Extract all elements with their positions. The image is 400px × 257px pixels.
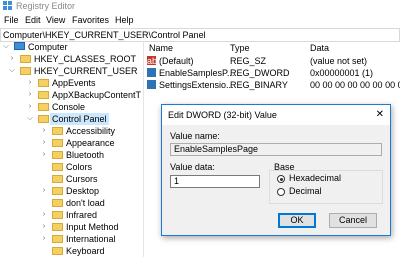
tree-item-label: Desktop: [66, 186, 100, 196]
folder-icon: [52, 247, 63, 255]
tree-item-label: don't load: [66, 198, 105, 208]
hexadecimal-label[interactable]: Hexadecimal: [289, 173, 341, 184]
chevron-right-icon[interactable]: ›: [40, 233, 48, 245]
tree-item-label: AppEvents: [52, 78, 96, 88]
folder-icon: [38, 115, 49, 123]
folder-icon: [52, 211, 63, 219]
value-row[interactable]: SettingsExtensio... REG_BINARY 00 00 00 …: [145, 80, 400, 91]
chevron-right-icon[interactable]: ›: [26, 77, 34, 89]
cancel-button[interactable]: Cancel: [329, 213, 377, 228]
value-name-field[interactable]: EnableSamplesPage: [170, 143, 382, 156]
folder-icon: [38, 103, 49, 111]
chevron-right-icon[interactable]: ›: [26, 101, 34, 113]
folder-icon: [52, 235, 63, 243]
value-data: (value not set): [310, 56, 368, 66]
tree-item-label: Computer: [28, 42, 68, 52]
value-name: EnableSamplesP...: [159, 68, 235, 78]
chevron-right-icon[interactable]: ›: [40, 209, 48, 221]
folder-icon: [52, 223, 63, 231]
folder-icon: [52, 187, 63, 195]
hexadecimal-radio[interactable]: [277, 175, 285, 183]
chevron-right-icon[interactable]: ›: [8, 53, 16, 65]
folder-icon: [20, 55, 31, 63]
folder-icon: [52, 127, 63, 135]
menu-edit[interactable]: Edit: [25, 13, 41, 27]
column-header-type[interactable]: Type: [230, 41, 250, 55]
dialog-title: Edit DWORD (32-bit) Value: [168, 110, 277, 120]
column-header-name[interactable]: Name: [149, 41, 173, 55]
tree-item-label: HKEY_CLASSES_ROOT: [34, 54, 137, 64]
address-path: Computer\HKEY_CURRENT_USER\Control Panel: [3, 30, 206, 40]
value-name: (Default): [159, 56, 194, 66]
value-name-label: Value name:: [170, 131, 220, 141]
chevron-right-icon[interactable]: ›: [40, 149, 48, 161]
binary-value-icon: [147, 68, 156, 77]
menu-view[interactable]: View: [46, 13, 65, 27]
registry-editor-icon: [3, 1, 12, 10]
chevron-right-icon[interactable]: ›: [40, 137, 48, 149]
value-type: REG_DWORD: [230, 68, 290, 78]
tree-item-label: Keyboard: [66, 246, 105, 256]
binary-value-icon: [147, 80, 156, 89]
chevron-down-icon[interactable]: ⌵: [2, 41, 10, 53]
key-tree[interactable]: ⌵ Computer › HKEY_CLASSES_ROOT ⌵ HKEY_CU…: [0, 41, 142, 257]
folder-icon: [38, 91, 49, 99]
menu-file[interactable]: File: [4, 13, 19, 27]
tree-item-label: Bluetooth: [66, 150, 105, 160]
decimal-label[interactable]: Decimal: [289, 186, 322, 197]
window-title: Registry Editor: [16, 1, 76, 11]
computer-icon: [14, 42, 25, 50]
edit-dword-dialog: Edit DWORD (32-bit) Value ✕ Value name: …: [161, 104, 391, 236]
value-row[interactable]: ab (Default) REG_SZ (value not set): [145, 56, 400, 67]
tree-item-label: Console: [52, 102, 86, 112]
pane-splitter[interactable]: [143, 41, 144, 257]
tree-item-label: Input Method: [66, 222, 119, 232]
chevron-right-icon[interactable]: ›: [40, 185, 48, 197]
tree-item-label: Appearance: [66, 138, 115, 148]
menu-bar: File Edit View Favorites Help: [0, 13, 400, 27]
folder-icon: [52, 139, 63, 147]
folder-icon: [38, 79, 49, 87]
value-data: 00 00 00 00 00 00 00 00: [310, 80, 400, 90]
close-icon[interactable]: ✕: [376, 108, 384, 122]
tree-item-label: Cursors: [66, 174, 98, 184]
value-row[interactable]: EnableSamplesP... REG_DWORD 0x00000001 (…: [145, 68, 400, 79]
value-type: REG_BINARY: [230, 80, 288, 90]
value-data-label: Value data:: [170, 162, 215, 172]
chevron-right-icon[interactable]: ›: [40, 125, 48, 137]
folder-icon: [52, 199, 63, 207]
chevron-right-icon[interactable]: ›: [40, 221, 48, 233]
chevron-down-icon[interactable]: ⌵: [26, 113, 34, 125]
tree-item-label: Accessibility: [66, 126, 116, 136]
string-value-icon: ab: [147, 56, 158, 66]
tree-item-label: Control Panel: [50, 113, 109, 125]
dialog-body: Value name: EnableSamplesPage Value data…: [162, 125, 390, 235]
tree-item-label: International: [66, 234, 116, 244]
folder-icon: [52, 151, 63, 159]
menu-favorites[interactable]: Favorites: [72, 13, 109, 27]
title-bar: Registry Editor: [0, 0, 400, 13]
address-bar[interactable]: Computer\HKEY_CURRENT_USER\Control Panel: [0, 28, 400, 42]
folder-icon: [20, 67, 31, 75]
tree-item-label: HKEY_CURRENT_USER: [34, 66, 138, 76]
chevron-right-icon[interactable]: ›: [26, 89, 34, 101]
tree-item-label: Infrared: [66, 210, 98, 220]
tree-item-label: Colors: [66, 162, 93, 172]
column-header-data[interactable]: Data: [310, 41, 329, 55]
value-type: REG_SZ: [230, 56, 267, 66]
folder-icon: [52, 163, 63, 171]
value-name: SettingsExtensio...: [159, 80, 234, 90]
value-data-field[interactable]: 1: [170, 175, 260, 188]
decimal-radio[interactable]: [277, 188, 285, 196]
ok-button[interactable]: OK: [278, 213, 316, 228]
menu-help[interactable]: Help: [115, 13, 134, 27]
folder-icon: [52, 175, 63, 183]
value-data: 0x00000001 (1): [310, 68, 374, 78]
chevron-down-icon[interactable]: ⌵: [8, 65, 16, 77]
tree-item-label: AppXBackupContentT: [52, 90, 142, 100]
